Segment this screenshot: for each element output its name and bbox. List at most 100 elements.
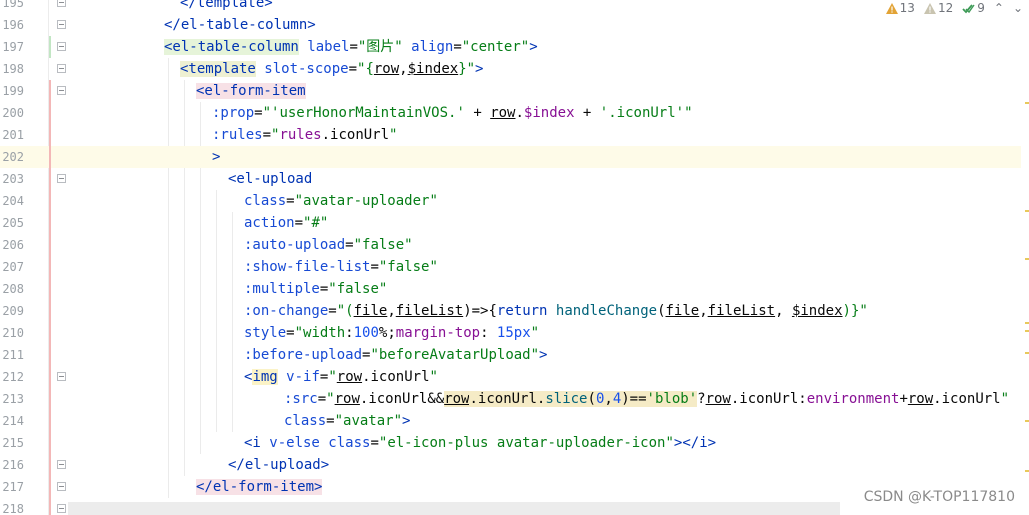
code-line[interactable]: 212 <img v-if="row.iconUrl" bbox=[0, 366, 1021, 388]
vcs-change-marker[interactable] bbox=[49, 300, 51, 322]
vcs-change-marker[interactable] bbox=[49, 124, 51, 146]
vcs-change-marker[interactable] bbox=[49, 322, 51, 344]
line-number[interactable]: 214 bbox=[0, 410, 24, 432]
code-text[interactable]: </el-form-item> bbox=[196, 476, 323, 498]
line-number[interactable]: 202 bbox=[0, 146, 24, 168]
line-number[interactable]: 195 bbox=[0, 0, 24, 14]
code-text[interactable]: :before-upload="beforeAvatarUpload"> bbox=[244, 344, 547, 366]
vcs-change-marker[interactable] bbox=[49, 234, 51, 256]
code-line[interactable]: 202 > bbox=[0, 146, 1021, 168]
fold-marker-icon[interactable] bbox=[57, 372, 66, 381]
line-number[interactable]: 204 bbox=[0, 190, 24, 212]
fold-marker-icon[interactable] bbox=[57, 86, 66, 95]
code-text[interactable]: :on-change="(file,fileList)=>{return han… bbox=[244, 300, 868, 322]
code-line[interactable]: 216 </el-upload> bbox=[0, 454, 1021, 476]
line-number[interactable]: 208 bbox=[0, 278, 24, 300]
typos-indicator[interactable]: 9 bbox=[962, 1, 985, 15]
vcs-change-marker[interactable] bbox=[49, 36, 51, 58]
code-line[interactable]: 201 :rules="rules.iconUrl" bbox=[0, 124, 1021, 146]
warnings-indicator[interactable]: 13 bbox=[885, 1, 915, 15]
vcs-change-marker[interactable] bbox=[49, 476, 51, 498]
vcs-change-marker[interactable] bbox=[49, 366, 51, 388]
vcs-change-marker[interactable] bbox=[49, 146, 51, 168]
fold-marker-icon[interactable] bbox=[57, 64, 66, 73]
vcs-change-marker[interactable] bbox=[49, 388, 51, 410]
fold-marker-icon[interactable] bbox=[57, 20, 66, 29]
line-number[interactable]: 209 bbox=[0, 300, 24, 322]
horizontal-scrollbar[interactable] bbox=[68, 502, 840, 515]
code-line[interactable]: 211 :before-upload="beforeAvatarUpload"> bbox=[0, 344, 1021, 366]
code-line[interactable]: 213 :src="row.iconUrl&&row.iconUrl.slice(… bbox=[0, 388, 1021, 410]
code-text[interactable]: <template slot-scope="{row,$index}"> bbox=[180, 58, 483, 80]
code-text[interactable]: :src="row.iconUrl&&row.iconUrl.slice(0,4… bbox=[284, 388, 1009, 410]
weak-warnings-indicator[interactable]: 12 bbox=[923, 1, 953, 15]
code-line[interactable]: 206 :auto-upload="false" bbox=[0, 234, 1021, 256]
line-number[interactable]: 200 bbox=[0, 102, 24, 124]
inspection-widget[interactable]: 13 12 9 ⌃ ⌄ bbox=[881, 0, 1023, 16]
line-number[interactable]: 217 bbox=[0, 476, 24, 498]
line-number[interactable]: 216 bbox=[0, 454, 24, 476]
fold-marker-icon[interactable] bbox=[57, 504, 66, 513]
vcs-change-marker[interactable] bbox=[49, 212, 51, 234]
line-number[interactable]: 206 bbox=[0, 234, 24, 256]
code-line[interactable]: 203 <el-upload bbox=[0, 168, 1021, 190]
line-number[interactable]: 198 bbox=[0, 58, 24, 80]
code-line[interactable]: 196 </el-table-column> bbox=[0, 14, 1021, 36]
vcs-change-marker[interactable] bbox=[49, 102, 51, 124]
code-line[interactable]: 205 action="#" bbox=[0, 212, 1021, 234]
line-number[interactable]: 197 bbox=[0, 36, 24, 58]
code-text[interactable]: > bbox=[212, 146, 220, 168]
line-number[interactable]: 213 bbox=[0, 388, 24, 410]
line-number[interactable]: 212 bbox=[0, 366, 24, 388]
code-line[interactable]: 207 :show-file-list="false" bbox=[0, 256, 1021, 278]
code-text[interactable]: style="width:100%;margin-top: 15px" bbox=[244, 322, 539, 344]
code-line[interactable]: 215 <i v-else class="el-icon-plus avatar-… bbox=[0, 432, 1021, 454]
code-line[interactable]: 214 class="avatar"> bbox=[0, 410, 1021, 432]
vcs-change-marker[interactable] bbox=[49, 344, 51, 366]
vcs-change-marker[interactable] bbox=[49, 256, 51, 278]
code-editor[interactable]: 195 </template> 196 </el-table-column> 197 <e… bbox=[0, 0, 1029, 515]
code-line[interactable]: 204 class="avatar-uploader" bbox=[0, 190, 1021, 212]
line-number[interactable]: 205 bbox=[0, 212, 24, 234]
code-line[interactable]: 208:multiple="false" bbox=[0, 278, 1021, 300]
code-text[interactable]: <i v-else class="el-icon-plus avatar-upl… bbox=[244, 432, 716, 454]
vcs-change-marker[interactable] bbox=[49, 454, 51, 476]
line-number[interactable]: 210 bbox=[0, 322, 24, 344]
line-number[interactable]: 201 bbox=[0, 124, 24, 146]
code-line[interactable]: 198 <template slot-scope="{row,$index}"> bbox=[0, 58, 1021, 80]
code-text[interactable]: class="avatar-uploader" bbox=[244, 190, 438, 212]
vcs-change-marker[interactable] bbox=[49, 168, 51, 190]
vcs-change-marker[interactable] bbox=[49, 432, 51, 454]
fold-marker-icon[interactable] bbox=[57, 42, 66, 51]
vcs-change-marker[interactable] bbox=[49, 498, 51, 515]
code-text[interactable]: class="avatar"> bbox=[284, 410, 410, 432]
line-number[interactable]: 207 bbox=[0, 256, 24, 278]
vcs-change-marker[interactable] bbox=[49, 278, 51, 300]
fold-marker-icon[interactable] bbox=[57, 0, 66, 7]
fold-marker-icon[interactable] bbox=[57, 460, 66, 469]
code-text[interactable]: :auto-upload="false" bbox=[244, 234, 413, 256]
code-line[interactable]: 197 <el-table-column label="图片" align="ce… bbox=[0, 36, 1021, 58]
vertical-scrollbar[interactable] bbox=[1021, 0, 1029, 515]
vcs-change-marker[interactable] bbox=[49, 190, 51, 212]
line-number[interactable]: 218 bbox=[0, 498, 24, 515]
line-number[interactable]: 211 bbox=[0, 344, 24, 366]
code-line[interactable]: 210 style="width:100%;margin-top: 15px" bbox=[0, 322, 1021, 344]
code-text[interactable]: :show-file-list="false" bbox=[244, 256, 438, 278]
code-line[interactable]: 209 :on-change="(file,fileList)=>{return … bbox=[0, 300, 1021, 322]
code-text[interactable]: <el-table-column label="图片" align="cente… bbox=[164, 36, 538, 58]
code-text[interactable]: </template> bbox=[180, 0, 273, 14]
code-text[interactable]: <el-upload bbox=[228, 168, 312, 190]
code-text[interactable]: :rules="rules.iconUrl" bbox=[212, 124, 397, 146]
code-text[interactable]: action="#" bbox=[244, 212, 328, 234]
fold-marker-icon[interactable] bbox=[57, 482, 66, 491]
code-line[interactable]: 200 :prop="'userHonorMaintainVOS.' + row.… bbox=[0, 102, 1021, 124]
code-text[interactable]: <el-form-item bbox=[196, 80, 306, 102]
vcs-change-marker[interactable] bbox=[49, 410, 51, 432]
code-text[interactable]: <img v-if="row.iconUrl" bbox=[244, 366, 438, 388]
code-text[interactable]: :prop="'userHonorMaintainVOS.' + row.$in… bbox=[212, 102, 693, 124]
code-line[interactable]: 199 <el-form-item bbox=[0, 80, 1021, 102]
code-line[interactable]: 195 </template> bbox=[0, 0, 1021, 14]
fold-marker-icon[interactable] bbox=[57, 174, 66, 183]
vcs-change-marker[interactable] bbox=[49, 80, 51, 102]
